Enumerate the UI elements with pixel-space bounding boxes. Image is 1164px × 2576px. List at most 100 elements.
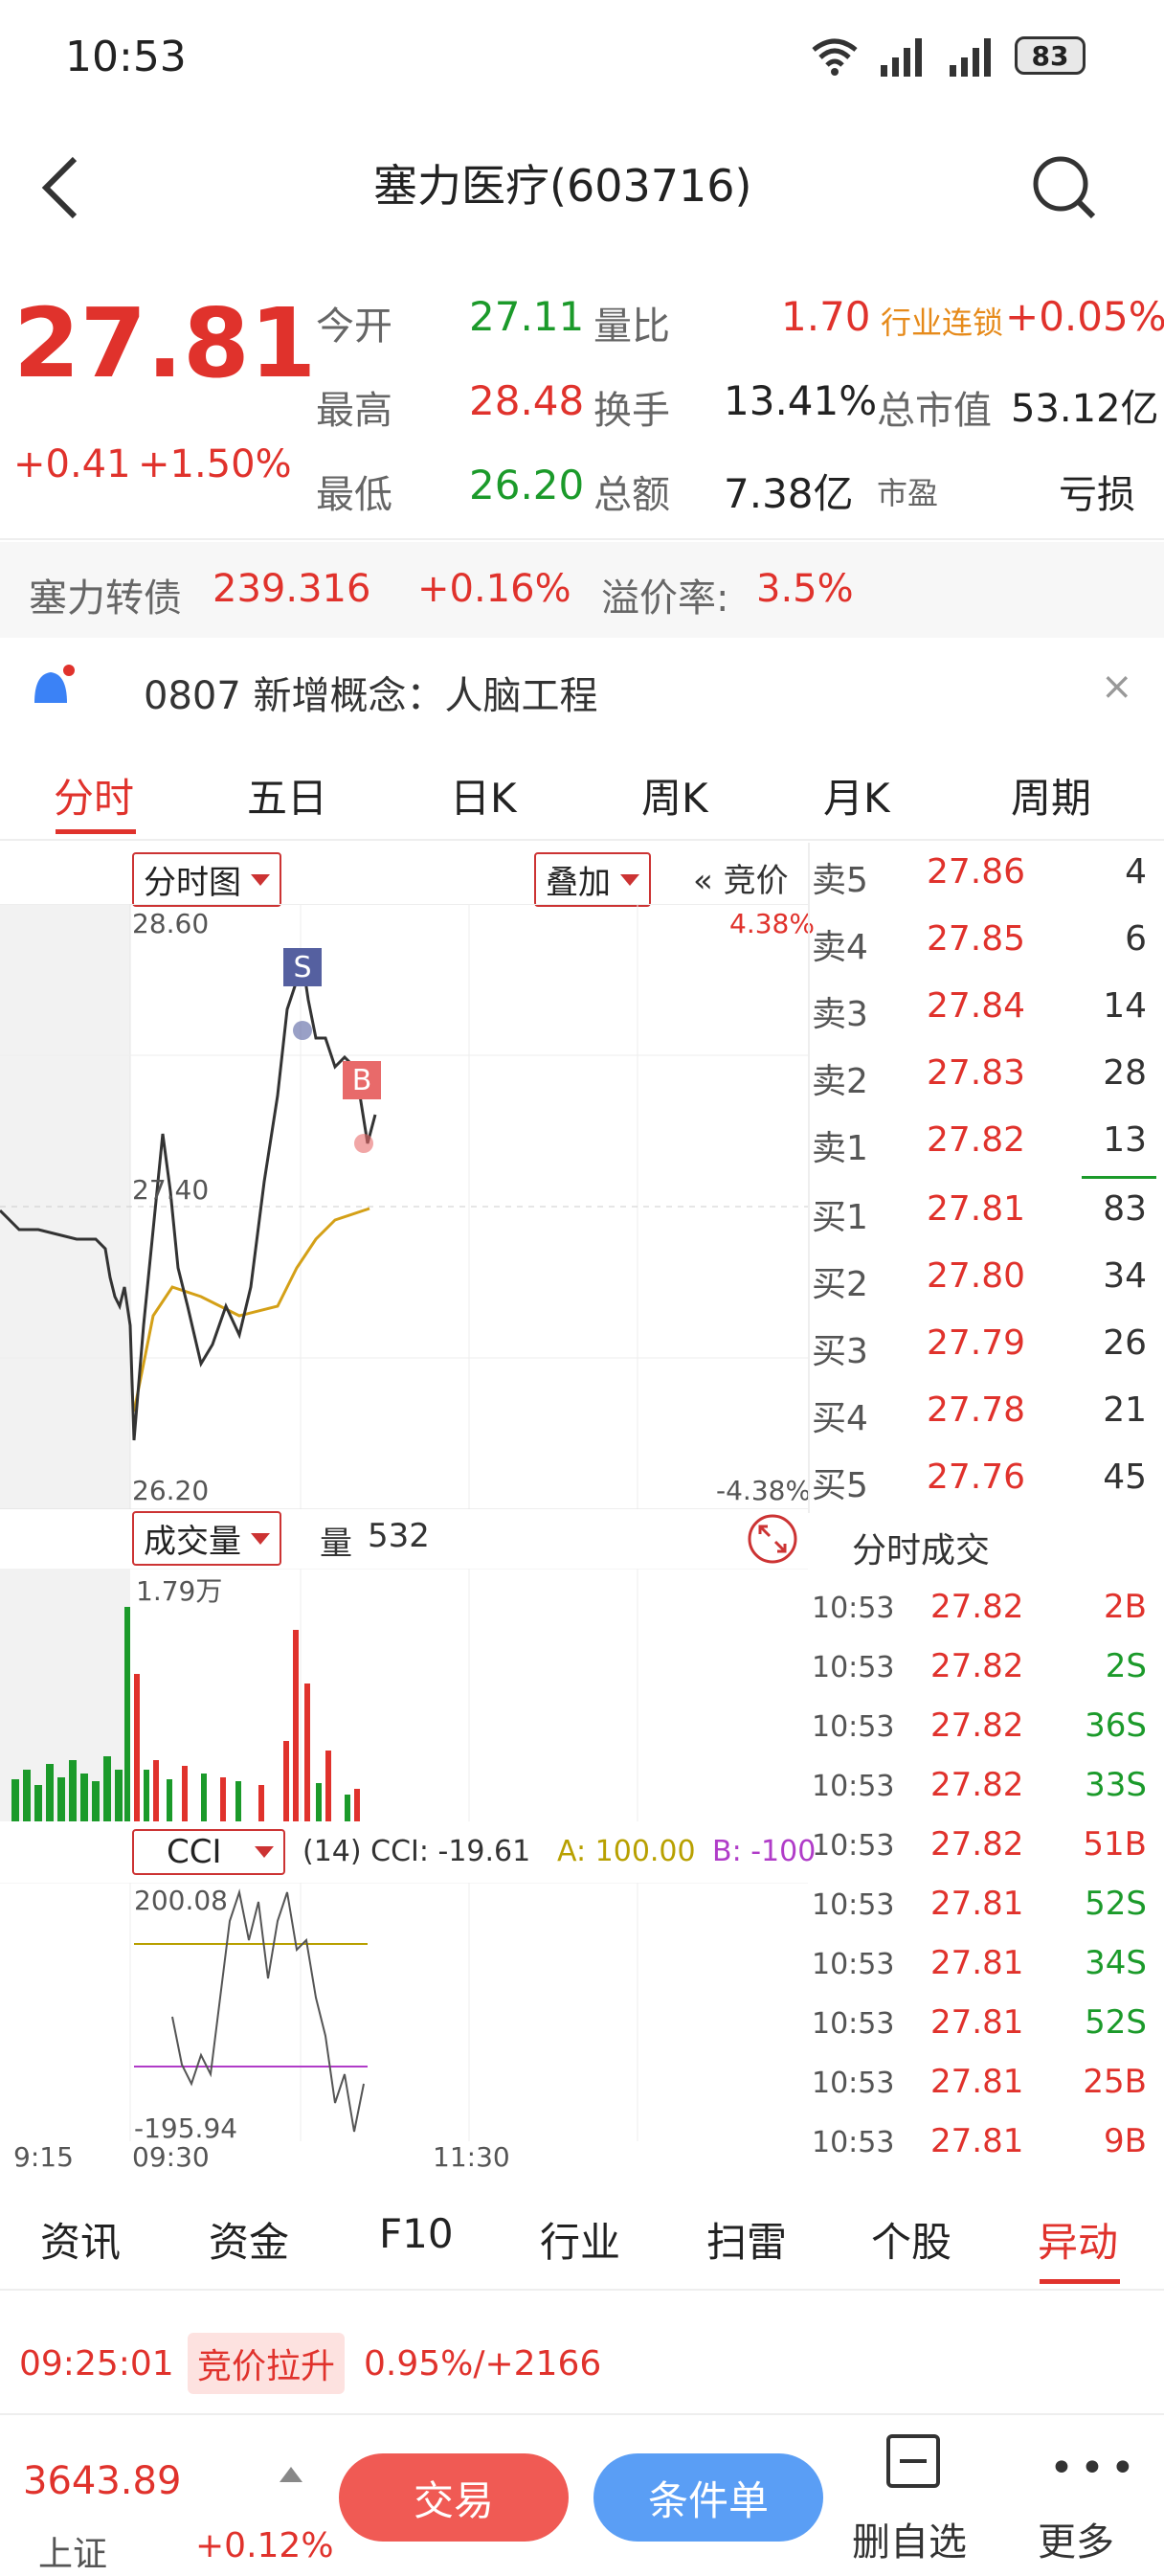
trade-time: 10:53 (812, 1888, 895, 1922)
condition-order-label: 条件单 (647, 2476, 769, 2524)
chart-mode-dropdown[interactable]: 分时图 (132, 852, 281, 907)
price-axis-high: 28.60 (132, 908, 210, 939)
close-icon[interactable]: × (1101, 665, 1133, 709)
tab-period[interactable]: 周期 (1011, 766, 1091, 825)
search-icon[interactable] (1030, 153, 1097, 224)
trade-time: 10:53 (812, 1829, 895, 1863)
page-title: 塞力医疗(603716) (373, 160, 752, 212)
order-book-volume: 34 (1103, 1256, 1147, 1296)
order-book-price: 27.85 (927, 919, 1026, 959)
cci-chart: 200.08 -195.94 (0, 1882, 808, 2144)
index-name: 上证 (38, 2535, 108, 2574)
order-book-label: 卖5 (812, 861, 868, 900)
intraday-chart[interactable]: S B 28.60 27.40 26.20 4.38% -4.38% (0, 903, 815, 1510)
trade-time: 10:53 (812, 1710, 895, 1744)
remove-watchlist-label[interactable]: 删自选 (852, 2511, 967, 2566)
order-book-price: 27.78 (927, 1390, 1026, 1430)
order-book-bid-row[interactable]: 买2 27.80 34 (812, 1256, 1156, 1323)
order-book-volume: 13 (1103, 1120, 1147, 1160)
tab-day-k[interactable]: 日K (450, 766, 517, 825)
status-time: 10:53 (65, 33, 187, 81)
tab-news[interactable]: 资讯 (40, 2210, 121, 2269)
news-bell-icon (27, 665, 75, 711)
tab-five-day[interactable]: 五日 (247, 766, 327, 825)
trade-price: 27.81 (930, 1885, 1024, 1923)
stat-value-high: 28.48 (469, 377, 585, 424)
order-book-label: 卖2 (812, 1062, 868, 1101)
order-book-label: 买1 (812, 1198, 868, 1237)
order-book-bid-row[interactable]: 买1 27.81 83 (812, 1189, 1156, 1256)
concept-label[interactable]: 行业连锁 (881, 299, 1003, 343)
trade-row: 10:53 27.81 25B (812, 2063, 1156, 2122)
trade-price: 27.82 (930, 1588, 1024, 1626)
order-book-ask-row[interactable]: 卖5 27.86 4 (812, 852, 1156, 919)
price-axis-low: 26.20 (132, 1475, 210, 1506)
chevron-down-icon (251, 873, 270, 886)
trade-price: 27.81 (930, 2063, 1024, 2101)
trade-row: 10:53 27.82 51B (812, 1825, 1156, 1885)
avg-price-line (132, 1207, 370, 1412)
trade-time: 10:53 (812, 1592, 895, 1625)
trade-volume: 52S (1085, 1885, 1147, 1923)
stat-label-open: 今开 (316, 305, 392, 349)
trade-time: 10:53 (812, 2007, 895, 2041)
trade-price: 27.82 (930, 1766, 1024, 1804)
buy-marker: B (343, 1061, 381, 1099)
bond-bar[interactable]: 塞力转债 239.316 +0.16% 溢价率: 3.5% (0, 542, 1164, 638)
overlay-dropdown[interactable]: 叠加 (534, 852, 651, 907)
tab-month-k[interactable]: 月K (823, 766, 890, 825)
order-book-volume: 4 (1125, 852, 1147, 892)
order-book-volume: 21 (1103, 1390, 1147, 1430)
trade-volume: 2B (1104, 1588, 1147, 1626)
order-book-volume: 28 (1103, 1053, 1147, 1093)
overlay-label: 叠加 (546, 864, 611, 902)
tab-week-k[interactable]: 周K (641, 766, 708, 825)
order-book-bid-row[interactable]: 买5 27.76 45 (812, 1457, 1156, 1525)
remove-watchlist-icon[interactable] (886, 2434, 940, 2488)
news-bar[interactable]: 0807 新增概念：人脑工程 × (0, 644, 1164, 730)
order-book-ask-row[interactable]: 卖4 27.85 6 (812, 919, 1156, 986)
order-book-ask-row[interactable]: 卖3 27.84 14 (812, 986, 1156, 1053)
tab-stock[interactable]: 个股 (871, 2210, 951, 2269)
order-book-price: 27.79 (927, 1323, 1026, 1363)
bond-name: 塞力转债 (29, 576, 182, 621)
tab-intraday[interactable]: 分时 (54, 766, 134, 825)
pe-value: 亏损 (1059, 473, 1135, 517)
trade-button[interactable]: 交易 (339, 2453, 569, 2542)
order-book-bid-row[interactable]: 买3 27.79 26 (812, 1323, 1156, 1390)
trade-price: 27.82 (930, 1825, 1024, 1864)
anomaly-row[interactable]: 09:25:01 竞价拉升 0.95%/+2166 (0, 2327, 1164, 2404)
tab-funds[interactable]: 资金 (209, 2210, 289, 2269)
tab-industry[interactable]: 行业 (540, 2210, 620, 2269)
trade-volume: 33S (1085, 1766, 1147, 1804)
trade-time: 10:53 (812, 1948, 895, 1981)
order-book-price: 27.76 (927, 1457, 1026, 1497)
indicator-dropdown[interactable]: CCI (132, 1829, 285, 1875)
anomaly-value: 0.95%/+2166 (364, 2344, 602, 2384)
bid-toggle-label: 竞价 (723, 862, 789, 900)
more-label[interactable]: 更多 (1038, 2511, 1114, 2566)
chevron-down-icon (254, 1846, 274, 1858)
tab-minesweep[interactable]: 扫雷 (706, 2210, 787, 2269)
back-button[interactable] (38, 153, 82, 226)
order-book-bid-row[interactable]: 买4 27.78 21 (812, 1390, 1156, 1457)
order-book-label: 买3 (812, 1332, 868, 1371)
stat-label-low: 最低 (316, 473, 392, 517)
tab-anomaly[interactable]: 异动 (1038, 2210, 1118, 2269)
pct-axis-low: -4.38% (716, 1475, 812, 1506)
condition-order-button[interactable]: 条件单 (593, 2453, 823, 2542)
price-change: +0.41 (13, 442, 131, 486)
battery-level: 83 (1031, 39, 1069, 72)
tab-f10[interactable]: F10 (379, 2210, 454, 2257)
tab-active-indicator (56, 829, 136, 834)
order-book-price: 27.82 (927, 1120, 1026, 1160)
index-value[interactable]: 3643.89 (23, 2459, 181, 2503)
chevron-down-icon (620, 873, 639, 886)
volume-dropdown[interactable]: 成交量 (132, 1511, 281, 1566)
fullscreen-icon[interactable] (747, 1513, 798, 1569)
cci-axis-min: -195.94 (134, 2113, 238, 2144)
order-book-ask-row[interactable]: 卖2 27.83 28 (812, 1053, 1156, 1120)
order-book-volume: 6 (1125, 919, 1147, 959)
bid-toggle[interactable]: « 竞价 (693, 854, 789, 901)
more-icon[interactable]: ••• (1049, 2444, 1141, 2493)
